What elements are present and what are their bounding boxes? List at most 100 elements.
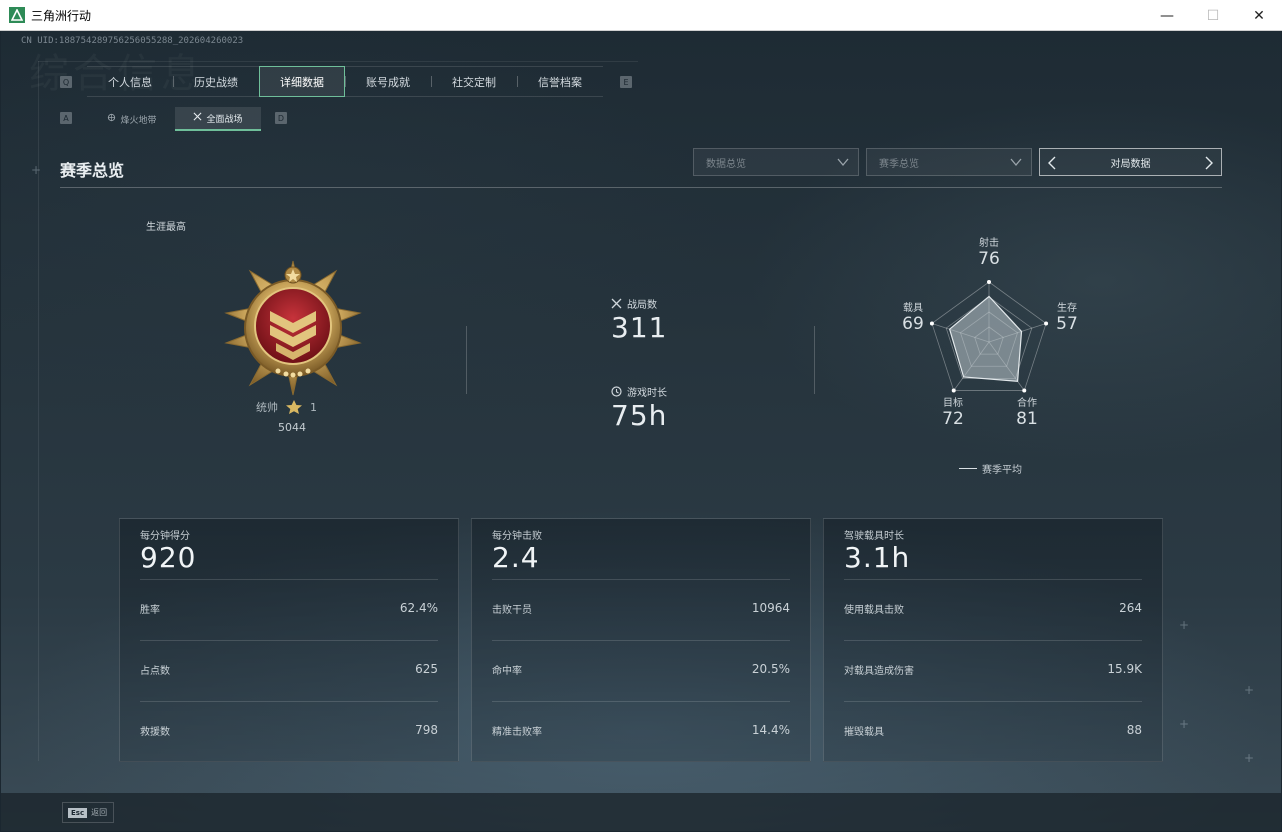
row-label: 使用载具击败 — [844, 605, 904, 616]
row-value: 14.4% — [751, 723, 790, 737]
card-title: 每分钟得分 — [140, 531, 190, 542]
vehicle-card: 驾驶载具时长 3.1h 使用载具击败 264 对载具造成伤害 15.9K 摧毁载具 8… — [823, 518, 1163, 762]
rank-medal-icon — [224, 260, 362, 396]
radar-value-area — [948, 295, 1023, 382]
card-divider — [140, 640, 438, 641]
row-label: 占点数 — [140, 666, 170, 677]
data-overview-dropdown[interactable]: 数据总览 — [693, 148, 859, 176]
crosshair-decoration: + — [31, 163, 42, 177]
score-card: 每分钟得分 920 胜率 62.4% 占点数 625 救援数 798 — [119, 518, 459, 762]
tab-match-history[interactable]: 历史战绩 — [173, 66, 259, 97]
kills-card: 每分钟击败 2.4 击败干员 10964 命中率 20.5% 精准击败率 14.4% — [471, 518, 811, 762]
radar-vertex-dot — [1022, 388, 1027, 393]
card-divider — [140, 579, 438, 580]
match-data-switcher: 对局数据 — [1039, 148, 1222, 176]
radar-value-survival: 57 — [1056, 314, 1078, 334]
back-button[interactable]: Esc 返回 — [62, 802, 114, 823]
dropdown-value: 数据总览 — [706, 158, 746, 170]
page-title: 赛季总览 — [60, 161, 125, 180]
playtime-value: 75h — [611, 399, 668, 432]
card-title: 驾驶载具时长 — [844, 531, 904, 542]
card-row: 摧毁载具 88 — [844, 723, 1142, 738]
season-dropdown[interactable]: 赛季总览 — [866, 148, 1032, 176]
card-row: 使用载具击败 264 — [844, 601, 1142, 616]
tab-achievements[interactable]: 账号成就 — [345, 66, 431, 97]
switcher-label: 对局数据 — [1110, 158, 1151, 170]
vertical-divider — [466, 326, 467, 394]
tab-social-custom[interactable]: 社交定制 — [431, 66, 517, 97]
row-label: 救援数 — [140, 727, 170, 738]
career-best-label: 生涯最高 — [146, 222, 186, 233]
legend-line-swatch — [959, 468, 977, 469]
card-divider — [492, 701, 790, 702]
row-label: 对载具造成伤害 — [844, 666, 914, 677]
hazard-zone-icon — [107, 113, 116, 125]
card-main-value: 920 — [140, 541, 197, 574]
tab-personal-info[interactable]: 个人信息 — [87, 66, 173, 97]
playtime-label-row: 游戏时长 — [611, 384, 667, 399]
card-row: 精准击败率 14.4% — [492, 723, 790, 738]
tab-reputation[interactable]: 信誉档案 — [517, 66, 603, 97]
tab-detailed-data[interactable]: 详细数据 — [259, 66, 345, 97]
row-value: 62.4% — [399, 601, 438, 615]
radar-label-vehicle: 载具 — [903, 303, 923, 314]
chevron-down-icon — [837, 158, 849, 167]
crosshair-decoration: + — [1179, 717, 1190, 731]
prev-tab-key-hint: Q — [60, 76, 72, 88]
row-value: 15.9K — [1107, 662, 1142, 676]
radar-value-shooting: 76 — [978, 249, 1000, 269]
rank-score: 5044 — [278, 421, 306, 434]
card-row: 对载具造成伤害 15.9K — [844, 662, 1142, 677]
card-divider — [140, 701, 438, 702]
subtab-hazard-zone[interactable]: 烽火地带 — [89, 107, 175, 131]
card-divider — [844, 640, 1142, 641]
warfare-icon — [193, 112, 202, 124]
card-row: 击败干员 10964 — [492, 601, 790, 616]
subtab-warfare[interactable]: 全面战场 — [175, 107, 261, 131]
chevron-left-icon[interactable] — [1046, 156, 1058, 170]
prev-subtab-key-hint: A — [60, 112, 72, 124]
radar-label-survival: 生存 — [1057, 303, 1077, 314]
crosshair-decoration: + — [1179, 618, 1190, 632]
app-logo-icon — [9, 7, 25, 23]
clock-icon — [611, 386, 622, 397]
radar-vertex-dot — [951, 388, 956, 393]
esc-key-hint: Esc — [68, 807, 88, 818]
matches-label: 战局数 — [627, 300, 657, 311]
game-viewport: 综合信息 CN UID:188754289756256055288_202604… — [1, 31, 1281, 831]
card-title: 每分钟击败 — [492, 531, 542, 542]
window-title: 三角洲行动 — [31, 8, 92, 23]
main-tabs: 个人信息 历史战绩 详细数据 账号成就 社交定制 信誉档案 — [87, 66, 603, 97]
card-row: 胜率 62.4% — [140, 601, 438, 616]
crossed-swords-icon — [611, 298, 622, 309]
window-titlebar: 三角洲行动 — ☐ ✕ — [0, 0, 1282, 31]
star-icon — [286, 400, 302, 414]
card-row: 救援数 798 — [140, 723, 438, 738]
card-divider — [844, 579, 1142, 580]
row-label: 胜率 — [140, 605, 160, 616]
matches-label-row: 战局数 — [611, 296, 667, 311]
chevron-right-icon[interactable] — [1203, 156, 1215, 170]
row-value: 798 — [415, 723, 438, 737]
next-subtab-key-hint: D — [275, 112, 287, 124]
mode-subtabs: 烽火地带 全面战场 — [89, 107, 261, 131]
row-label: 摧毁载具 — [844, 727, 884, 738]
matches-value: 311 — [611, 311, 668, 344]
dropdown-value: 赛季总览 — [879, 158, 919, 170]
card-divider — [492, 579, 790, 580]
playtime-label: 游戏时长 — [627, 388, 667, 399]
radar-vertex-dot — [987, 280, 991, 284]
playtime-stat: 游戏时长 75h — [611, 384, 667, 432]
maximize-button[interactable]: ☐ — [1190, 0, 1236, 31]
row-label: 击败干员 — [492, 605, 532, 616]
minimize-button[interactable]: — — [1144, 0, 1190, 31]
close-button[interactable]: ✕ — [1236, 0, 1282, 31]
radar-legend: 赛季平均 — [959, 461, 1022, 476]
rank-name: 统帅 — [256, 401, 278, 414]
radar-value-teamwork: 81 — [1016, 409, 1038, 429]
row-label: 精准击败率 — [492, 727, 542, 738]
row-value: 88 — [1126, 723, 1142, 737]
subtab-hazard-zone-label: 烽火地带 — [120, 115, 157, 126]
rank-info: 统帅 1 — [256, 399, 317, 415]
legend-label: 赛季平均 — [982, 465, 1022, 476]
